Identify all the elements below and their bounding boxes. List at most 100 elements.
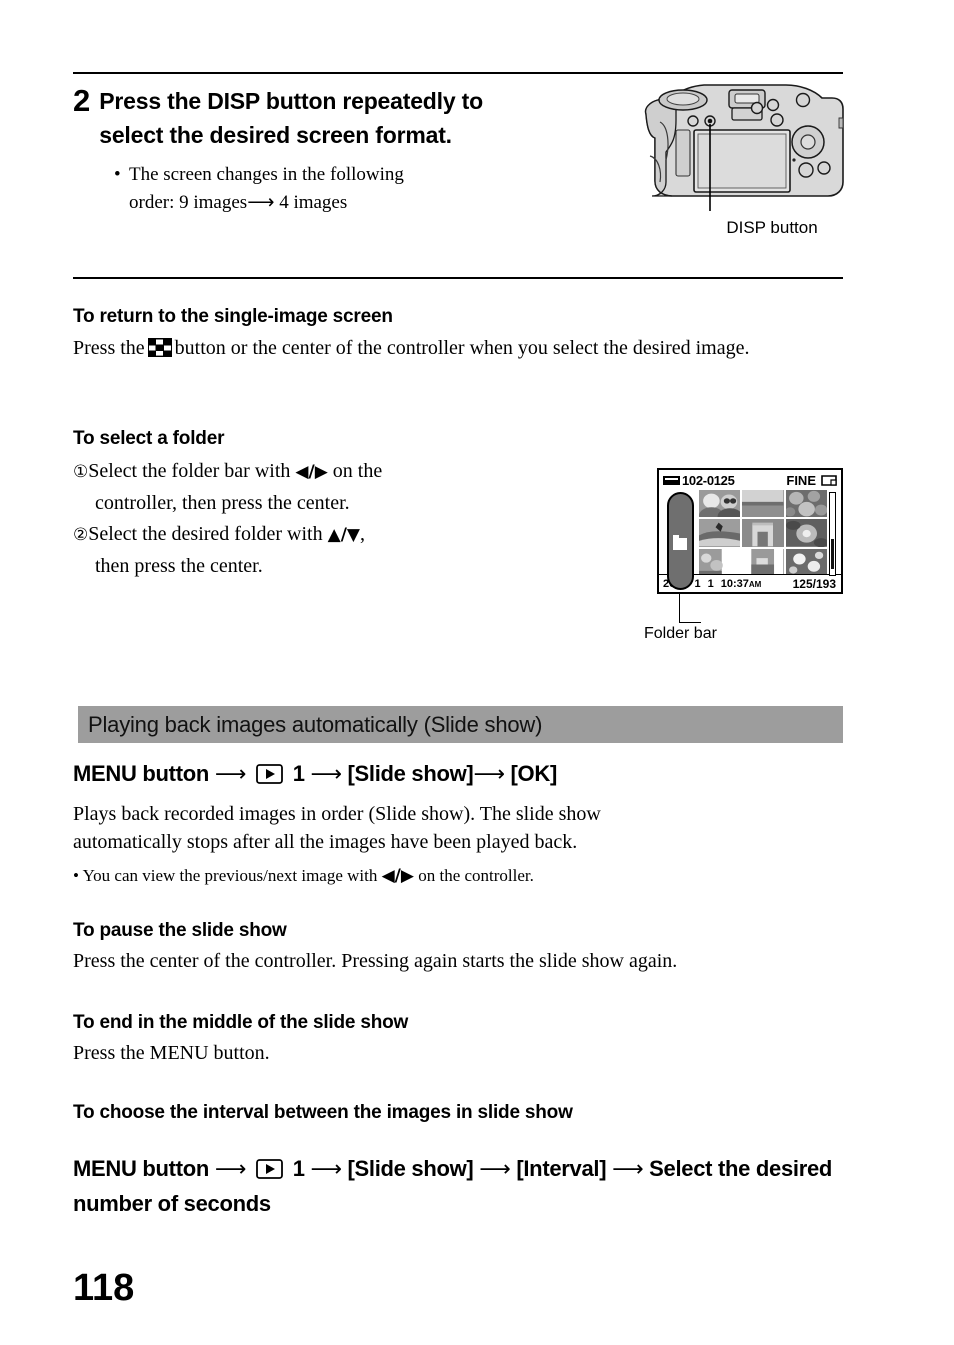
playback-menu-icon: [255, 764, 283, 784]
menu-path-slide-show: MENU button ⟶ 1 ⟶ [Slide show]⟶ [OK]: [73, 757, 863, 792]
playback-menu-icon: [255, 1159, 283, 1179]
section-body-end: Press the MENU button.: [73, 1042, 270, 1064]
divider-top: [73, 72, 843, 74]
scrollbar-thumb[interactable]: [831, 539, 834, 569]
folder-step-2: ② Select the desired folder with ▲/▼,: [73, 519, 593, 551]
menu-item-slide-show: [Slide show]: [347, 1156, 474, 1181]
step-number: 2: [73, 83, 91, 118]
slide-show-intro: Plays back recorded images in order (Sli…: [73, 800, 863, 856]
arrow-icon: ⟶: [612, 1157, 644, 1182]
folder-step-1-cont: controller, then press the center.: [73, 488, 593, 519]
bullet-line-2: order: 9 images⟶ 4 images: [114, 189, 593, 217]
up-down-arrows-icon: ▲/▼: [327, 525, 360, 545]
right-arrow-icon: ⟶: [247, 192, 275, 213]
step-marker-2: ②: [73, 525, 89, 544]
section-body-return: Press the button or the center of the con…: [73, 334, 863, 362]
capture-day: 1: [707, 577, 714, 590]
section-end-slide-show: To end in the middle of the slide show P…: [73, 1012, 873, 1067]
disp-button-label: DISP button: [726, 218, 818, 237]
scrollbar-track[interactable]: [829, 492, 836, 576]
folder-icon: [673, 535, 687, 550]
folder-step-2-text: Select the desired folder with ▲/▼,: [88, 519, 593, 551]
section-interval-heading-wrap: To choose the interval between the image…: [73, 1102, 873, 1124]
folder-step-2-cont: then press the center.: [73, 551, 593, 582]
bullet-indent-spacer: [114, 189, 129, 217]
section-heading-return: To return to the single-image screen: [73, 306, 393, 327]
folder-step-1-text: Select the folder bar with ◀/▶ on the: [88, 456, 593, 488]
quality-indicator: FINE: [786, 472, 816, 488]
section-heading-folder: To select a folder: [73, 428, 225, 449]
folder-step-1: ① Select the folder bar with ◀/▶ on the: [73, 456, 593, 488]
lcd-index-screen-figure: 102-0125 FINE 1 1 10:37AM 125/193 Folder…: [644, 468, 847, 644]
folder-bar-label: Folder bar: [644, 625, 717, 642]
capture-time-value: 10:37: [720, 577, 749, 590]
intro-bullet: • You can view the previous/next image w…: [73, 864, 863, 888]
folder-bar[interactable]: [667, 492, 694, 590]
bullet-text-1: The screen changes in the following: [129, 164, 404, 185]
bullet-order-post: 4 images: [279, 192, 348, 213]
capture-time: 10:37AM: [721, 578, 762, 590]
thumbnail-cell[interactable]: [699, 519, 741, 547]
step-2-block: 2 Press the DISP button repeatedly to se…: [73, 84, 593, 217]
image-size-icon: [821, 474, 837, 486]
banner-title: Playing back images automatically (Slide…: [88, 711, 543, 737]
divider-bottom: [73, 277, 843, 279]
menu-item-slide-show: [Slide show]: [347, 761, 474, 786]
return-text-before: Press the: [73, 337, 145, 359]
thumbnail-cell[interactable]: [742, 519, 784, 547]
arrow-icon: ⟶: [214, 762, 247, 787]
intro-line-1: Plays back recorded images in order (Sli…: [73, 803, 601, 825]
section-banner: Playing back images automatically (Slide…: [78, 706, 843, 743]
camera-rear-illustration: [644, 84, 844, 211]
arrow-icon: ⟶: [473, 762, 505, 787]
thumbnail-cell[interactable]: [742, 490, 784, 518]
bullet-text-2: order: 9 images⟶ 4 images: [129, 189, 593, 217]
lcd-top-info-bar: 102-0125 FINE: [659, 470, 841, 490]
left-right-arrows-icon: ◀/▶: [381, 866, 414, 886]
capture-time-ampm: AM: [748, 579, 762, 589]
step-marker-1: ①: [73, 462, 89, 481]
memory-card-icon: [663, 475, 680, 485]
section-return-single-image: To return to the single-image screen Pre…: [73, 306, 863, 362]
thumbnail-cell[interactable]: [699, 490, 741, 518]
menu-tail-1: Select: [649, 1156, 713, 1181]
intro-bullet-pre: You can view the previous/next image wit…: [82, 866, 378, 885]
leader-line-horizontal: [679, 622, 701, 623]
step-title: Press the DISP button repeatedly to sele…: [99, 88, 483, 148]
section-heading-interval: To choose the interval between the image…: [73, 1102, 573, 1123]
thumbnail-cell[interactable]: [785, 519, 827, 547]
section-pause-slide-show: To pause the slide show Press the center…: [73, 920, 873, 975]
manual-page: 2 Press the DISP button repeatedly to se…: [0, 0, 954, 1345]
step-heading-row: 2 Press the DISP button repeatedly to se…: [73, 84, 593, 152]
menu-button-label: MENU button: [73, 761, 209, 786]
index-button-icon: [147, 338, 172, 357]
arrow-icon: ⟶: [310, 762, 342, 787]
folder-step-1-pre: Select the folder bar with: [88, 460, 291, 482]
section-select-folder: To select a folder ① Select the folder b…: [73, 428, 593, 582]
section-body-pause: Press the center of the controller. Pres…: [73, 950, 678, 972]
thumbnail-cell[interactable]: [699, 548, 741, 576]
camera-figure: DISP button: [636, 78, 851, 243]
thumbnail-cell[interactable]: [742, 548, 784, 576]
left-right-arrows-icon: ◀/▶: [295, 462, 328, 482]
menu-item-interval: [Interval]: [516, 1156, 607, 1181]
section-heading-pause: To pause the slide show: [73, 920, 287, 941]
thumbnail-cell[interactable]: [785, 490, 827, 518]
bullet-dot: •: [114, 164, 121, 185]
image-counter: 125/193: [792, 576, 836, 591]
return-text-after: button or the center of the controller w…: [174, 337, 750, 359]
section-heading-end: To end in the middle of the slide show: [73, 1012, 409, 1033]
step-bullets: • The screen changes in the following or…: [114, 161, 593, 217]
page-number: 118: [73, 1267, 135, 1309]
folder-step-2-pre: Select the desired folder with: [88, 523, 323, 545]
bullet-line-1: • The screen changes in the following: [114, 161, 593, 189]
bullet-order-pre: order: 9 images: [129, 192, 248, 213]
menu-button-label: MENU button: [73, 1156, 209, 1181]
arrow-icon: ⟶: [310, 1157, 342, 1182]
bullet-dot: •: [73, 866, 79, 885]
menu-page-number: 1: [292, 1156, 305, 1181]
thumbnail-cell[interactable]: [785, 548, 827, 576]
arrow-icon: ⟶: [214, 1157, 247, 1182]
menu-page-number: 1: [292, 761, 305, 786]
intro-line-2: automatically stops after all the images…: [73, 831, 578, 853]
